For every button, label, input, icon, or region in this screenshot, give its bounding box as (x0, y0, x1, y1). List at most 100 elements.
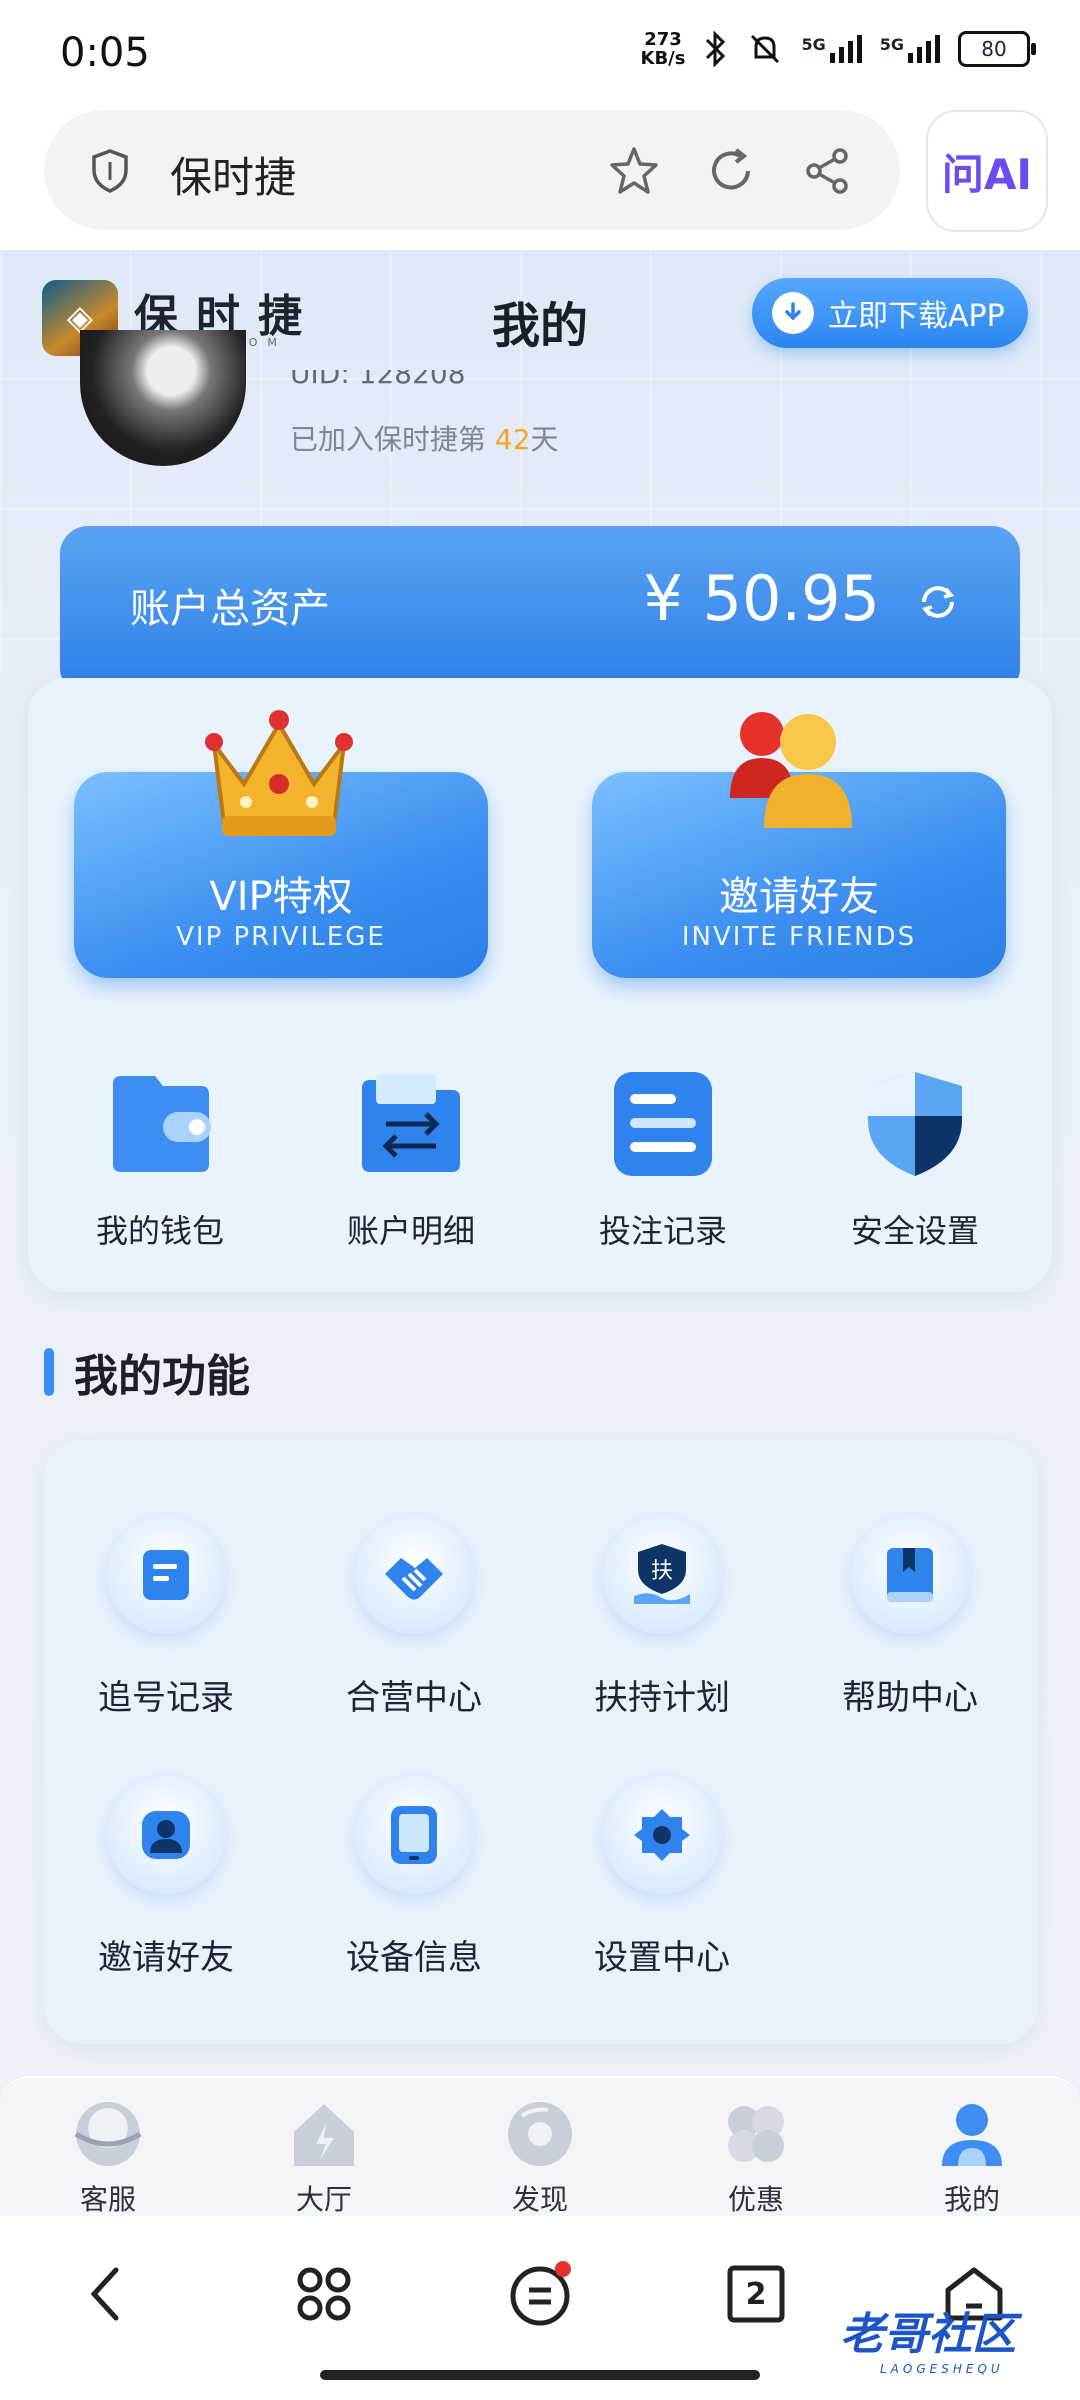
tab-mine[interactable]: 我的 (902, 2096, 1042, 2218)
ask-ai-button[interactable]: 问AI (926, 110, 1048, 232)
address-page-title[interactable]: 保时捷 (170, 144, 296, 205)
func-label: 设置中心 (594, 1938, 730, 1978)
users-icon (142, 1811, 190, 1859)
share-icon[interactable] (802, 146, 852, 196)
quick-link-label: 我的钱包 (95, 1212, 224, 1250)
signal-icon-2: 5G (880, 35, 940, 63)
section-title: 我的功能 (74, 1351, 250, 1402)
chevron-left-icon (90, 2267, 119, 2321)
support-hand-icon: 扶 (634, 1544, 690, 1604)
tablet-icon (391, 1806, 437, 1864)
quick-link-label: 投注记录 (598, 1212, 727, 1250)
heading-accent-bar (44, 1348, 54, 1396)
note-icon (143, 1550, 189, 1600)
friends-icon (730, 712, 852, 828)
network-speed: 273 KB/s (641, 30, 686, 68)
reload-icon[interactable] (706, 146, 756, 196)
menu-icon (510, 2261, 571, 2326)
menu-button[interactable] (490, 2254, 590, 2334)
func-track-records[interactable]: 追号记录 (66, 1516, 266, 1719)
watermark-text: 老哥社区 (840, 2309, 1016, 2360)
back-button[interactable] (56, 2254, 156, 2334)
shield-icon (868, 1072, 962, 1176)
total-assets-amount: ¥ 50.95 (643, 562, 880, 635)
signal-label-1: 5G (801, 35, 826, 54)
mute-bell-icon (751, 34, 780, 64)
tab-label: 客服 (79, 2183, 136, 2216)
func-label: 邀请好友 (98, 1938, 234, 1978)
signal-icon-1: 5G (801, 35, 862, 63)
crown-icon (205, 710, 353, 836)
clover-icon (728, 2106, 784, 2162)
page-content: ◈ 保时捷 BSJ28.COM 我的 立即下载APP UID: 128208 已… (0, 250, 1080, 2210)
func-label: 扶持计划 (594, 1678, 730, 1718)
status-icons: 273 KB/s 5G 5G 80 (641, 30, 1036, 68)
apps-button[interactable] (274, 2254, 374, 2334)
quick-link-bet-records[interactable]: 投注记录 (573, 1068, 753, 1252)
functions-panel: 追号记录 合营中心 扶 扶持计划 帮助中心 邀请好友 设备信息 设置中心 (44, 1440, 1038, 2044)
quick-link-label: 账户明细 (346, 1212, 475, 1250)
handshake-icon (385, 1558, 443, 1600)
site-shield-icon[interactable] (90, 148, 130, 194)
func-device-info[interactable]: 设备信息 (314, 1776, 514, 1979)
browser-toolbar: 保时捷 问AI (0, 100, 1080, 250)
home-indicator (320, 2370, 760, 2380)
membership-panel: VIP特权 VIP PRIVILEGE 邀请好友 INVITE FRIENDS … (28, 678, 1052, 1292)
bluetooth-icon (706, 31, 726, 67)
bookmark-star-icon[interactable] (608, 146, 660, 196)
network-speed-value: 273 (644, 29, 682, 50)
record-list-icon (614, 1072, 712, 1176)
quick-link-security[interactable]: 安全设置 (825, 1068, 1005, 1252)
watermark: 老哥社区 LAOGESHEQU (840, 2298, 1016, 2376)
func-label: 追号记录 (98, 1678, 234, 1718)
profile-icon (942, 2104, 1002, 2166)
func-joint-venture-center[interactable]: 合营中心 (314, 1516, 514, 1719)
vip-privilege-button[interactable]: VIP特权 VIP PRIVILEGE (74, 710, 488, 978)
tab-promotions[interactable]: 优惠 (686, 2096, 826, 2218)
clock: 0:05 (60, 30, 150, 76)
address-bar[interactable]: 保时捷 (44, 110, 900, 230)
status-bar: 0:05 273 KB/s 5G 5G 80 (0, 0, 1080, 100)
tab-label: 大厅 (295, 2183, 352, 2216)
quick-link-account-details[interactable]: 账户明细 (321, 1068, 501, 1252)
network-speed-unit: KB/s (640, 48, 686, 69)
invite-title: 邀请好友 (719, 874, 879, 920)
tabs-button[interactable]: 2 (706, 2254, 806, 2334)
total-assets-label: 账户总资产 (130, 586, 330, 632)
download-app-button[interactable]: 立即下载APP (752, 278, 1028, 348)
func-invite-friends[interactable]: 邀请好友 (66, 1776, 266, 1979)
func-settings-center[interactable]: 设置中心 (562, 1776, 762, 1979)
disc-icon (508, 2102, 572, 2166)
house-icon (294, 2104, 354, 2166)
vip-subtitle: VIP PRIVILEGE (176, 922, 386, 952)
wallet-icon (113, 1076, 211, 1172)
func-help-center[interactable]: 帮助中心 (810, 1516, 1010, 1719)
apps-icon (297, 2267, 351, 2321)
quick-link-label: 安全设置 (850, 1212, 979, 1250)
my-functions-heading: 我的功能 (44, 1340, 250, 1404)
download-app-label: 立即下载APP (828, 299, 1005, 334)
joined-duration: 已加入保时捷第 42天 (290, 418, 559, 458)
transfer-folder-icon (362, 1074, 460, 1172)
tab-discover[interactable]: 发现 (470, 2096, 610, 2218)
joined-suffix: 天 (530, 423, 559, 456)
tab-customer-service[interactable]: 客服 (38, 2096, 178, 2218)
tab-lobby[interactable]: 大厅 (254, 2096, 394, 2218)
invite-subtitle: INVITE FRIENDS (681, 922, 917, 952)
gear-icon (634, 1809, 690, 1861)
signal-label-2: 5G (879, 35, 904, 54)
book-icon (887, 1548, 933, 1602)
user-id: UID: 128208 (290, 370, 466, 390)
refresh-balance-icon[interactable] (916, 580, 960, 624)
joined-days: 42 (494, 423, 531, 456)
tab-label: 发现 (511, 2183, 568, 2216)
quick-link-wallet[interactable]: 我的钱包 (70, 1068, 250, 1252)
tabs-count: 2 (746, 2277, 767, 2312)
func-support-plan[interactable]: 扶 扶持计划 (562, 1516, 762, 1719)
invite-friends-button[interactable]: 邀请好友 INVITE FRIENDS (592, 712, 1006, 978)
func-label: 合营中心 (346, 1678, 482, 1718)
app-tab-bar: 客服 大厅 发现 优惠 我的 (0, 2076, 1080, 2218)
battery-indicator: 80 (958, 31, 1036, 67)
vip-title: VIP特权 (209, 874, 353, 920)
tab-label: 我的 (943, 2183, 1000, 2216)
